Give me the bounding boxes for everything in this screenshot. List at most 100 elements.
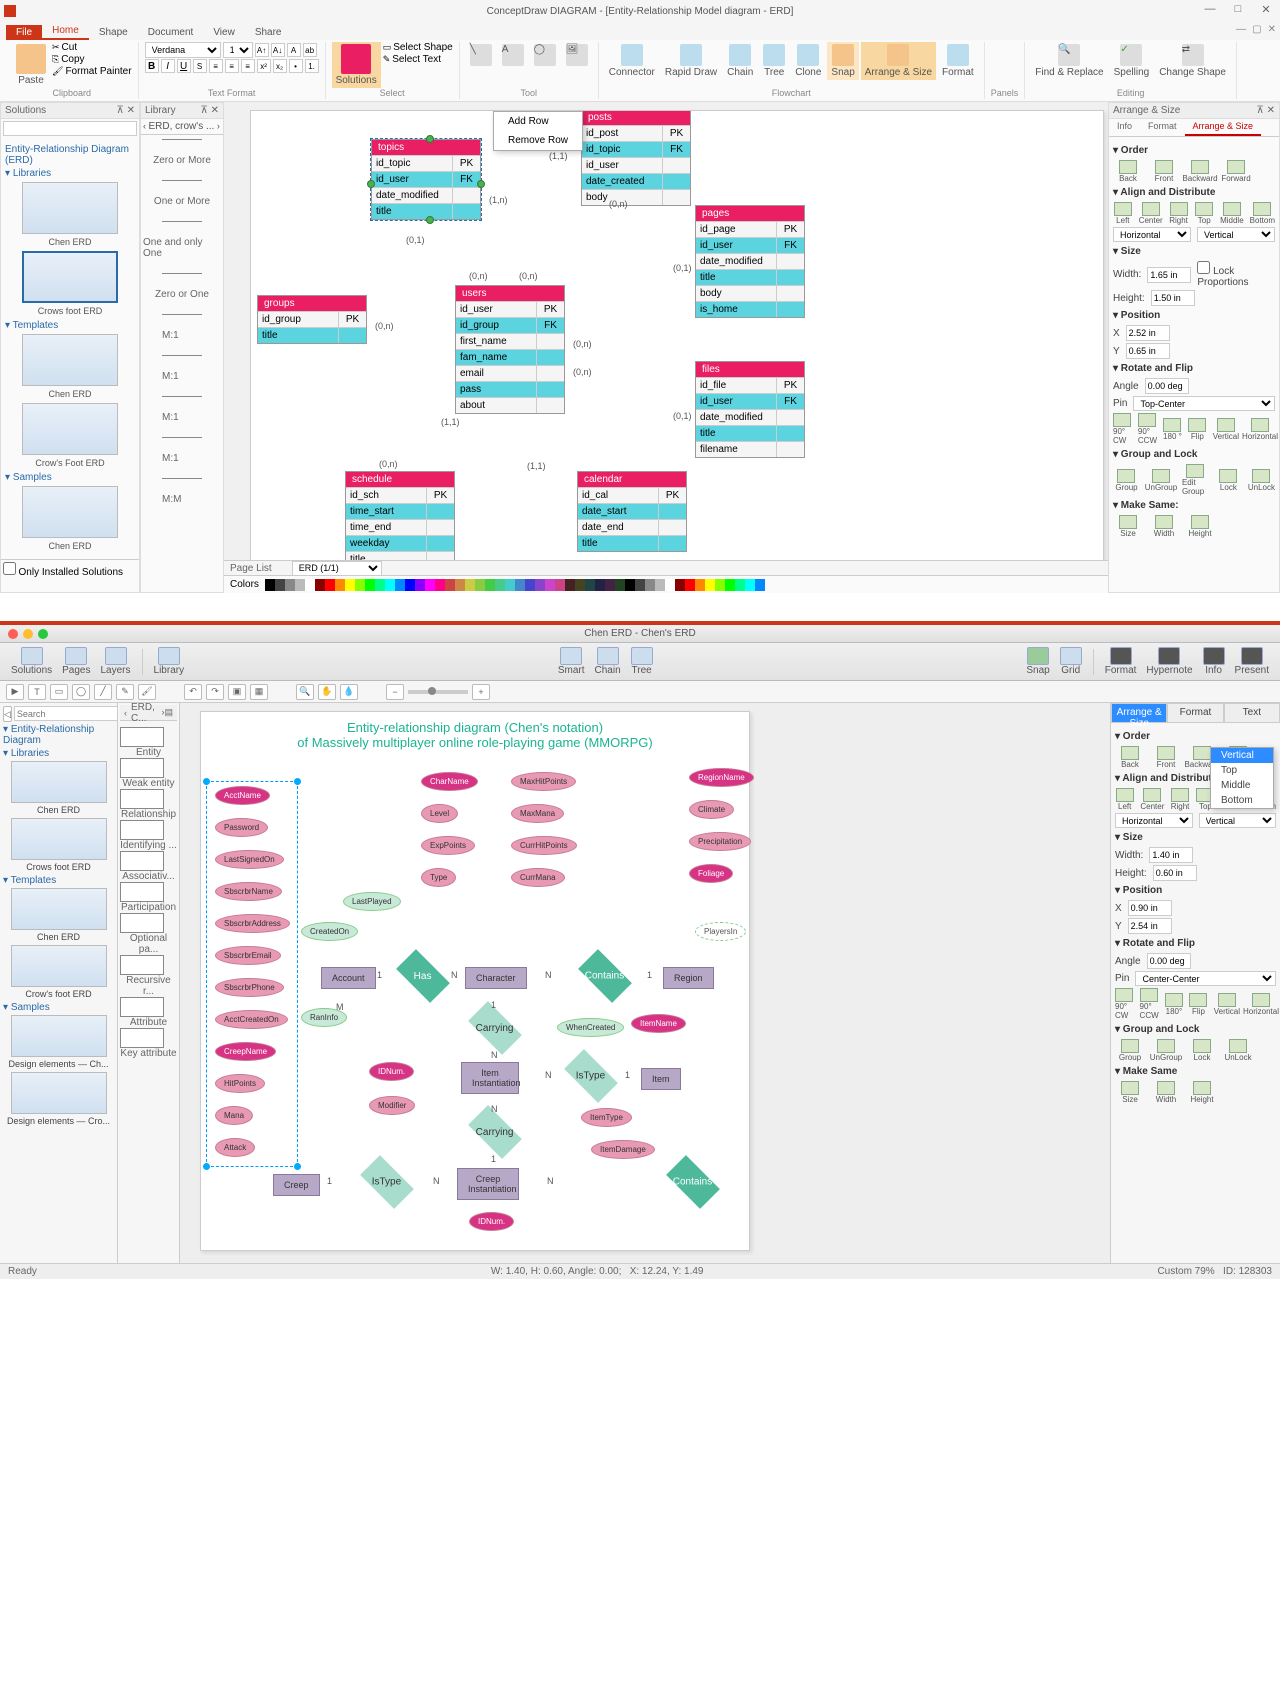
as-size[interactable]: Size — [1113, 515, 1143, 538]
lib-item[interactable]: M:M — [162, 476, 202, 505]
y-input[interactable] — [1128, 918, 1172, 934]
lib-shape[interactable]: Attribute — [120, 997, 177, 1028]
tb-snap[interactable]: Snap — [1023, 647, 1052, 676]
attr-sbscrbrphone[interactable]: SbscrbrPhone — [215, 978, 284, 997]
nav-back-icon[interactable]: ◁ — [3, 706, 12, 722]
pin-select[interactable]: Top-Center — [1133, 396, 1275, 411]
sol-templates-section[interactable]: ▾ Templates — [5, 320, 135, 331]
attr-whencreated[interactable]: WhenCreated — [557, 1018, 624, 1037]
as-180 °[interactable]: 180 ° — [1163, 418, 1182, 441]
table-users[interactable]: usersid_userPKid_groupFKfirst_namefam_na… — [455, 285, 565, 414]
as-unlock[interactable]: UnLock — [1223, 1039, 1253, 1062]
fontsize-select[interactable]: 12 — [223, 42, 253, 58]
line-icon[interactable]: ╱ — [94, 684, 112, 700]
attr-itemtype[interactable]: ItemType — [581, 1108, 632, 1127]
as-tab-format[interactable]: Format — [1140, 119, 1185, 136]
lib-item[interactable]: One or More — [154, 178, 210, 207]
attr-regionname[interactable]: RegionName — [689, 768, 754, 787]
as-horizontal[interactable]: Horizontal — [1245, 418, 1275, 441]
x-input[interactable] — [1128, 900, 1172, 916]
pointer-icon[interactable]: ▶ — [6, 684, 24, 700]
width-input[interactable] — [1147, 267, 1191, 283]
attr-created[interactable]: CreatedOn — [301, 922, 358, 941]
thumb-de2[interactable] — [11, 1072, 107, 1114]
chain-button[interactable]: Chain — [723, 42, 757, 80]
as-vertical[interactable]: Vertical — [1214, 993, 1240, 1016]
attr-idnum[interactable]: IDNum. — [369, 1062, 414, 1081]
attr-lastplayed[interactable]: LastPlayed — [343, 892, 401, 911]
attr-acctcreatedon[interactable]: AcctCreatedOn — [215, 1010, 288, 1029]
lib-pin-icon[interactable]: ⊼ ✕ — [201, 105, 219, 116]
table-calendar[interactable]: calendarid_calPKdate_startdate_endtitle — [577, 471, 687, 552]
as-90° cw[interactable]: 90° CW — [1113, 413, 1132, 445]
paste-button[interactable]: Paste — [12, 42, 50, 88]
thumb-chen[interactable] — [11, 761, 107, 803]
as-group[interactable]: Group — [1113, 469, 1140, 492]
thumb-chen2[interactable] — [22, 334, 118, 386]
tab-document[interactable]: Document — [138, 25, 204, 40]
lib-shape[interactable]: Key attribute — [120, 1028, 177, 1059]
hdist-select[interactable]: Horizontal — [1113, 227, 1191, 242]
as-backward[interactable]: Backward — [1185, 160, 1215, 183]
height-input[interactable] — [1151, 290, 1195, 306]
as-left[interactable]: Left — [1115, 788, 1134, 811]
x-input[interactable] — [1126, 325, 1170, 341]
zoom-icon[interactable]: 🔍 — [296, 684, 314, 700]
as-left[interactable]: Left — [1113, 202, 1133, 225]
as-center[interactable]: Center — [1139, 202, 1163, 225]
attr-level[interactable]: Level — [421, 804, 458, 823]
maximize-icon[interactable]: □ — [1228, 0, 1248, 18]
lib-item[interactable]: M:1 — [162, 353, 202, 382]
italic-icon[interactable]: I — [161, 59, 175, 73]
text-tool-icon[interactable]: A — [498, 42, 528, 69]
attr-maxmana[interactable]: MaxMana — [511, 804, 564, 823]
align-left-icon[interactable]: ≡ — [209, 59, 223, 73]
number-icon[interactable]: 1. — [305, 59, 319, 73]
subwin-max-icon[interactable]: ▢ — [1252, 24, 1261, 35]
lockprop-check[interactable] — [1197, 261, 1210, 274]
attr-sbscrbraddress[interactable]: SbscrbrAddress — [215, 914, 290, 933]
arrange-size-button[interactable]: Arrange & Size — [861, 42, 936, 80]
tb-solutions[interactable]: Solutions — [8, 647, 55, 676]
lib-shape[interactable]: Optional pa... — [120, 913, 177, 955]
dd-middle[interactable]: Middle — [1211, 778, 1273, 793]
as2-tab-text[interactable]: Text — [1224, 703, 1280, 723]
hand-icon[interactable]: ✋ — [318, 684, 336, 700]
paint-icon[interactable]: 🖌 — [138, 684, 156, 700]
as-back[interactable]: Back — [1115, 746, 1145, 769]
zoom-out-icon[interactable]: − — [386, 684, 404, 700]
sol-templates[interactable]: ▾ Templates — [3, 875, 114, 886]
minimize-icon[interactable]: — — [1200, 0, 1220, 18]
zoom-label[interactable]: Custom 79% — [1157, 1266, 1214, 1277]
as-size[interactable]: Size — [1115, 1081, 1145, 1104]
as-lock[interactable]: Lock — [1187, 1039, 1217, 1062]
align-right-icon[interactable]: ≡ — [241, 59, 255, 73]
tab-share[interactable]: Share — [245, 25, 292, 40]
lib-shape[interactable]: Entity — [120, 727, 177, 758]
as2-tab-format[interactable]: Format — [1167, 703, 1223, 723]
rel-has[interactable]: Has — [396, 949, 450, 1003]
zoom-slider[interactable] — [408, 690, 468, 694]
ctx-add-row[interactable]: Add Row — [494, 112, 582, 131]
subwin-close-icon[interactable]: ✕ — [1268, 24, 1276, 35]
thumb-crow[interactable] — [11, 818, 107, 860]
table-posts[interactable]: postsid_postPKid_topicFKid_userdate_crea… — [581, 110, 691, 206]
select-shape-button[interactable]: ▭ Select Shape — [383, 42, 453, 53]
font-color-icon[interactable]: A — [287, 43, 301, 57]
attr-exppoints[interactable]: ExpPoints — [421, 836, 475, 855]
sub-icon[interactable]: x₂ — [273, 59, 287, 73]
entity-item-inst[interactable]: Item Instantiation — [461, 1062, 519, 1094]
as-ungroup[interactable]: UnGroup — [1151, 1039, 1181, 1062]
attr-hitpoints[interactable]: HitPoints — [215, 1074, 265, 1093]
as-180°[interactable]: 180° — [1165, 993, 1184, 1016]
underline-icon[interactable]: U — [177, 59, 191, 73]
group-icon[interactable]: ▣ — [228, 684, 246, 700]
attr-playersin[interactable]: PlayersIn — [695, 922, 746, 941]
sol-libs[interactable]: ▾ Libraries — [3, 748, 114, 759]
as-height[interactable]: Height — [1187, 1081, 1217, 1104]
image-tool-icon[interactable]: 🖼 — [562, 42, 592, 69]
highlight-icon[interactable]: ab — [303, 43, 317, 57]
as-lock[interactable]: Lock — [1215, 469, 1242, 492]
thumb-de1[interactable] — [11, 1015, 107, 1057]
entity-creep-inst[interactable]: Creep Instantiation — [457, 1168, 519, 1200]
